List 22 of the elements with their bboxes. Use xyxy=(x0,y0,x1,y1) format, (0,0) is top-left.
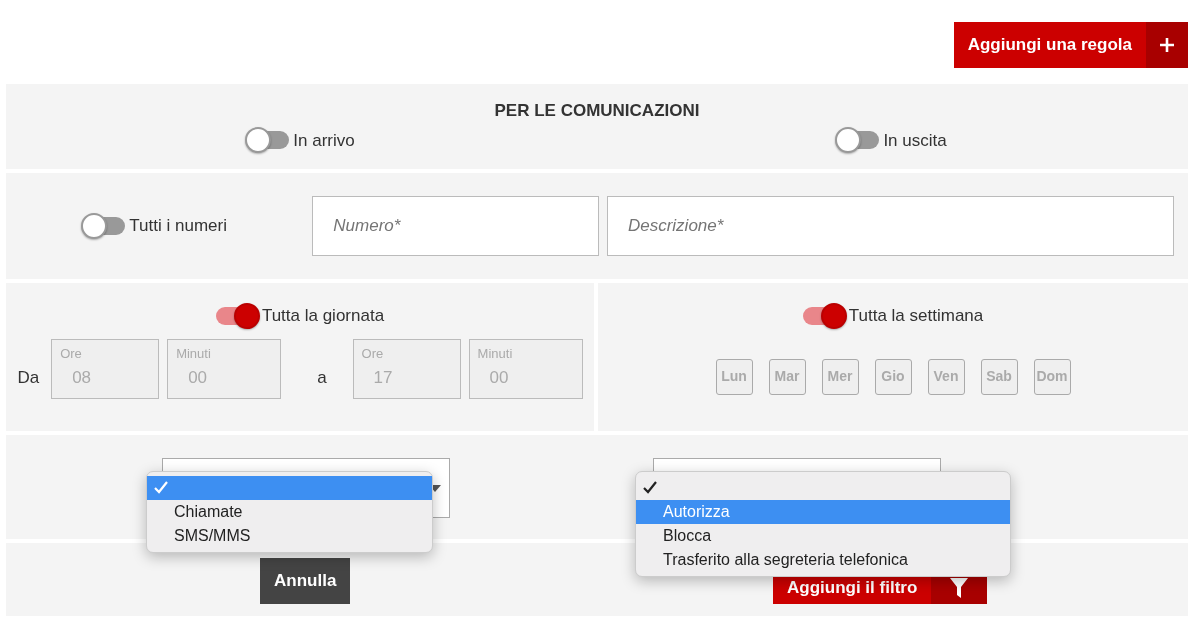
time-field: Ore 17 xyxy=(352,338,461,399)
toggle-label: Tutti i numeri xyxy=(129,215,227,238)
toggle-label: Tutta la giornata xyxy=(261,305,385,327)
toggle-label: Tutta la settimana xyxy=(848,305,984,327)
text-field[interactable]: Descrizione* xyxy=(606,196,1174,256)
time-field: Ore 08 xyxy=(51,338,160,399)
toggle-label: In arrivo xyxy=(293,129,355,152)
add-rule-button[interactable]: Aggiungi una regola xyxy=(953,22,1188,68)
to-label: a xyxy=(317,367,327,389)
section-title: PER LE COMUNICAZIONI xyxy=(493,100,701,122)
menu-item[interactable]: Blocca xyxy=(636,524,1010,548)
text-field[interactable]: Numero* xyxy=(312,196,599,256)
menu-item[interactable]: Autorizza xyxy=(636,500,1010,524)
menu-item[interactable]: Chiamate xyxy=(147,500,432,524)
from-label: Da xyxy=(17,367,40,389)
time-field: Minuti 00 xyxy=(468,338,583,399)
plus-icon xyxy=(1159,37,1175,53)
time-field: Minuti 00 xyxy=(167,338,282,399)
menu-item[interactable]: SMS/MMS xyxy=(147,524,432,548)
funnel-icon xyxy=(950,578,969,598)
cancel-button[interactable]: Annulla xyxy=(260,558,351,604)
toggle-label: In uscita xyxy=(883,129,947,152)
